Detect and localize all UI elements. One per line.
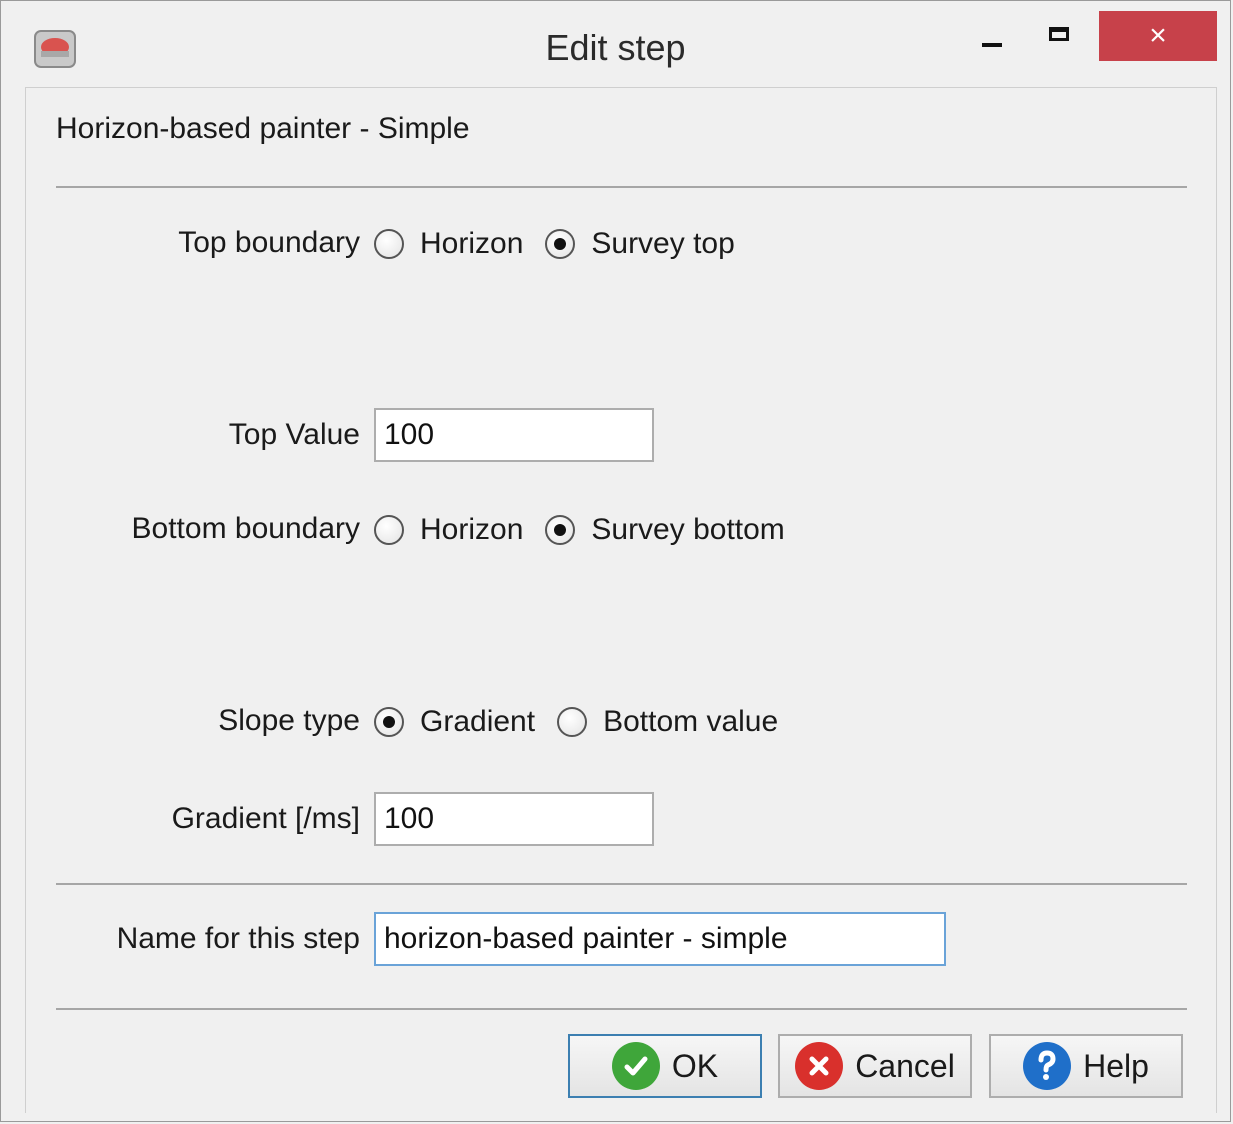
slope-gradient-radio[interactable] bbox=[374, 707, 404, 737]
step-name-field[interactable]: horizon-based painter - simple bbox=[374, 912, 946, 966]
separator bbox=[56, 1008, 1187, 1010]
radio-label[interactable]: Survey bottom bbox=[591, 513, 784, 547]
maximize-button[interactable] bbox=[1041, 17, 1081, 53]
top-boundary-survey-top-radio[interactable] bbox=[545, 229, 576, 259]
top-boundary-horizon-radio[interactable] bbox=[374, 229, 404, 259]
ok-button[interactable]: OK bbox=[568, 1034, 762, 1098]
top-value-field[interactable]: 100 bbox=[374, 408, 654, 462]
separator bbox=[56, 186, 1187, 188]
slope-type-radio-group: Gradient Bottom value bbox=[374, 702, 800, 742]
gradient-field[interactable]: 100 bbox=[374, 792, 654, 846]
separator bbox=[56, 883, 1187, 885]
step-type-heading: Horizon-based painter - Simple bbox=[56, 112, 470, 145]
slope-bottom-value-radio[interactable] bbox=[557, 707, 588, 737]
slope-type-label: Slope type bbox=[218, 704, 360, 737]
step-name-label: Name for this step bbox=[116, 922, 360, 955]
bottom-boundary-radio-group: Horizon Survey bottom bbox=[374, 510, 807, 550]
top-boundary-radio-group: Horizon Survey top bbox=[374, 224, 757, 264]
bottom-boundary-label: Bottom boundary bbox=[131, 512, 360, 545]
radio-label[interactable]: Gradient bbox=[420, 705, 535, 739]
close-icon: × bbox=[1149, 19, 1167, 52]
edit-step-dialog: Edit step × Horizon-based painter - Simp… bbox=[0, 0, 1231, 1122]
gradient-label: Gradient [/ms] bbox=[171, 802, 360, 835]
cancel-button[interactable]: Cancel bbox=[778, 1034, 972, 1098]
help-button[interactable]: Help bbox=[989, 1034, 1183, 1098]
radio-label[interactable]: Horizon bbox=[420, 513, 523, 547]
ok-button-label: OK bbox=[671, 1047, 719, 1084]
radio-label[interactable]: Horizon bbox=[420, 227, 523, 261]
question-icon bbox=[1023, 1042, 1072, 1090]
title-bar[interactable]: Edit step × bbox=[1, 1, 1230, 87]
bottom-boundary-survey-bottom-radio[interactable] bbox=[545, 515, 576, 545]
radio-label[interactable]: Bottom value bbox=[603, 705, 778, 739]
cancel-x-icon bbox=[795, 1042, 844, 1090]
top-boundary-label: Top boundary bbox=[178, 226, 360, 259]
dialog-content: Horizon-based painter - Simple Top bound… bbox=[25, 87, 1217, 1113]
help-button-label: Help bbox=[1083, 1047, 1149, 1084]
minimize-button[interactable] bbox=[976, 25, 1016, 55]
cancel-button-label: Cancel bbox=[855, 1047, 955, 1084]
bottom-boundary-horizon-radio[interactable] bbox=[374, 515, 404, 545]
top-value-label: Top Value bbox=[228, 418, 360, 451]
radio-label[interactable]: Survey top bbox=[591, 227, 734, 261]
close-button[interactable]: × bbox=[1099, 11, 1217, 61]
check-icon bbox=[611, 1042, 660, 1090]
